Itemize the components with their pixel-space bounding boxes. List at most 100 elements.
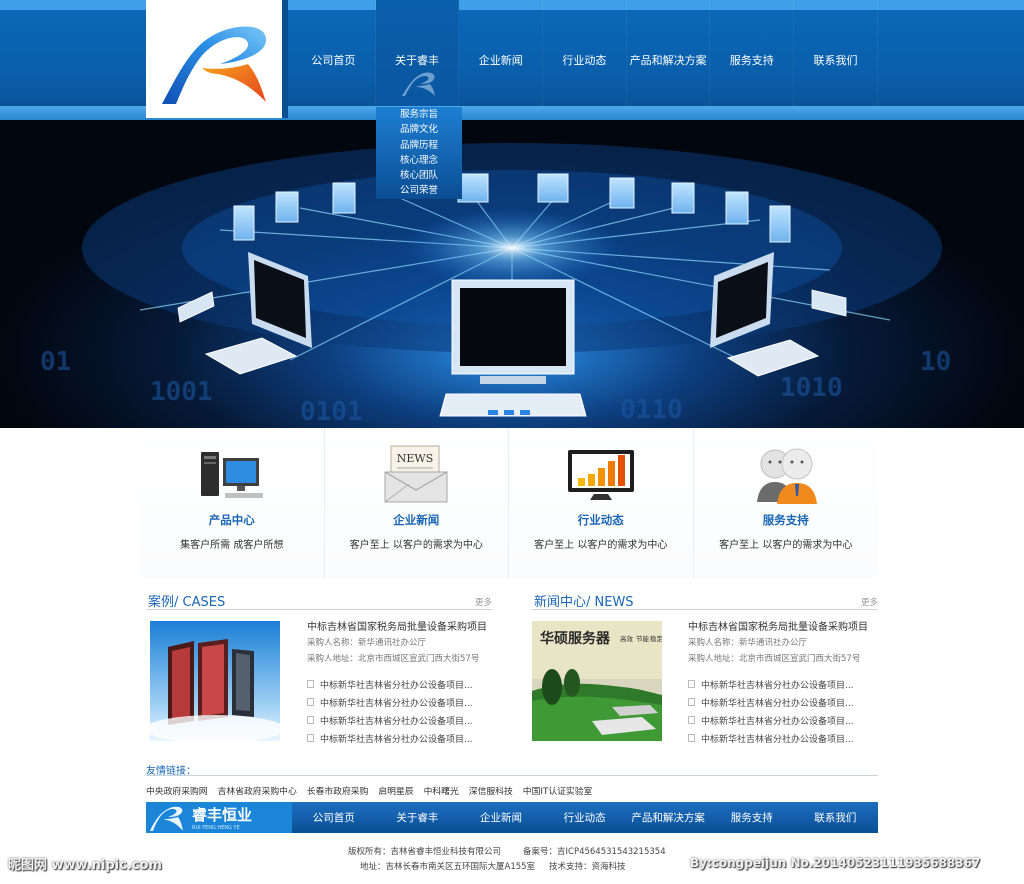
news-headline[interactable]: 中标吉林省国家税务局批量设备采购项目 xyxy=(688,618,868,633)
company-address: 地址：吉林长春市南关区五环国际大厦A155室 xyxy=(360,862,536,872)
feature-title: 企业新闻 xyxy=(393,513,440,527)
list-item[interactable]: 中标新华社吉林省分社办公设备项目... xyxy=(307,675,473,693)
feature-blocks: 产品中心 集客户所需 成客户所想 NEWS 企业新闻 客户至上 以客户的需求为中… xyxy=(140,428,878,578)
footer-nav-contact[interactable]: 联系我们 xyxy=(794,802,878,833)
svg-text:NEWS: NEWS xyxy=(397,452,434,465)
nav-item-products[interactable]: 产品和解决方案 xyxy=(627,0,711,106)
nav-r-logo-icon xyxy=(402,72,435,96)
links-header: 友情链接： xyxy=(146,762,878,777)
doc-icon xyxy=(307,698,314,706)
link-item[interactable]: 中央政府采购网 xyxy=(146,784,208,797)
hero-banner: 1001 0101 0110 1010 01 10 xyxy=(0,120,1024,428)
case-list: 中标新华社吉林省分社办公设备项目... 中标新华社吉林省分社办公设备项目... … xyxy=(307,675,473,747)
chart-monitor-icon xyxy=(567,450,634,500)
link-item[interactable]: 吉林省政府采购中心 xyxy=(218,784,297,797)
svg-text:华硕服务器: 华硕服务器 xyxy=(540,630,611,647)
footer-nav-support[interactable]: 服务支持 xyxy=(710,802,794,833)
svg-text:RUI FENG HENG YE: RUI FENG HENG YE xyxy=(192,825,240,831)
computer-icon xyxy=(200,452,263,498)
feature-subtitle: 客户至上 以客户的需求为中心 xyxy=(719,540,853,551)
asus-server-billboard-image: 华硕服务器 高效 节能 稳定 xyxy=(532,621,662,741)
svg-text:01: 01 xyxy=(40,347,71,377)
feature-company-news[interactable]: NEWS 企业新闻 客户至上 以客户的需求为中心 xyxy=(324,428,509,578)
watermark-right: By:congpeijun No.20140523111935688367 xyxy=(690,856,981,870)
feature-service-support[interactable]: 服务支持 客户至上 以客户的需求为中心 xyxy=(693,428,878,578)
feature-product-center[interactable]: 产品中心 集客户所需 成客户所想 xyxy=(140,428,325,578)
list-item[interactable]: 中标新华社吉林省分社办公设备项目... xyxy=(688,675,854,693)
doc-icon xyxy=(688,698,695,706)
doc-icon xyxy=(688,680,695,688)
section-title: 案例/ CASES xyxy=(148,595,226,610)
footer-nav-news[interactable]: 企业新闻 xyxy=(459,802,543,833)
svg-text:节能: 节能 xyxy=(636,634,650,643)
about-submenu: 服务宗旨 品牌文化 品牌历程 核心理念 核心团队 公司荣誉 xyxy=(376,107,462,199)
link-item[interactable]: 中国IT认证实验室 xyxy=(523,784,593,797)
footer-nav-products[interactable]: 产品和解决方案 xyxy=(626,802,710,833)
link-item[interactable]: 深信服科技 xyxy=(469,784,513,797)
submenu-item-honors[interactable]: 公司荣誉 xyxy=(376,183,462,198)
footer-nav-about[interactable]: 关于睿丰 xyxy=(376,802,460,833)
nav-item-home[interactable]: 公司首页 xyxy=(292,0,376,106)
svg-text:0101: 0101 xyxy=(300,397,363,427)
link-item[interactable]: 中科曙光 xyxy=(424,784,459,797)
server-rack-image xyxy=(150,621,280,741)
section-title: 新闻中心/ NEWS xyxy=(534,595,634,610)
link-item[interactable]: 启明星辰 xyxy=(378,784,413,797)
network-computers-illustration: 10010101 0110 101001 10 xyxy=(40,143,951,427)
r-logo-icon xyxy=(162,26,267,104)
case-headline[interactable]: 中标吉林省国家税务局批量设备采购项目 xyxy=(307,618,487,633)
submenu-item-brand-history[interactable]: 品牌历程 xyxy=(376,138,462,153)
tech-support: 技术支持：资海科技 xyxy=(549,862,626,872)
copyright-owner: 版权所有：吉林省睿丰恒业科技有限公司 xyxy=(348,847,502,857)
doc-icon xyxy=(307,680,314,688)
submenu-item-core-team[interactable]: 核心团队 xyxy=(376,168,462,183)
news-image[interactable]: 华硕服务器 高效 节能 稳定 xyxy=(532,621,662,741)
logo[interactable] xyxy=(146,0,282,118)
footer-logo[interactable]: 睿丰恒业 RUI FENG HENG YE xyxy=(146,802,292,833)
submenu-item-core-concept[interactable]: 核心理念 xyxy=(376,153,462,168)
submenu-item-service-purpose[interactable]: 服务宗旨 xyxy=(376,107,462,122)
news-list: 中标新华社吉林省分社办公设备项目... 中标新华社吉林省分社办公设备项目... … xyxy=(688,675,854,747)
feature-industry-news[interactable]: 行业动态 客户至上 以客户的需求为中心 xyxy=(509,428,694,578)
link-item[interactable]: 长春市政府采购 xyxy=(307,784,369,797)
svg-text:1001: 1001 xyxy=(150,377,213,407)
nav-item-contact[interactable]: 联系我们 xyxy=(794,0,878,106)
main-nav: 公司首页 关于睿丰 企业新闻 行业动态 产品和解决方案 服务支持 联系我们 xyxy=(292,0,878,106)
news-envelope-icon: NEWS xyxy=(384,445,448,503)
svg-text:睿丰恒业: 睿丰恒业 xyxy=(192,806,252,824)
section-header: 案例/ CASES 更多 xyxy=(146,590,492,610)
list-item[interactable]: 中标新华社吉林省分社办公设备项目... xyxy=(688,693,854,711)
list-item[interactable]: 中标新华社吉林省分社办公设备项目... xyxy=(307,711,473,729)
section-header: 新闻中心/ NEWS 更多 xyxy=(532,590,878,610)
nav-item-support[interactable]: 服务支持 xyxy=(710,0,795,106)
watermark-left: 昵图网 www.nipic.com xyxy=(8,858,162,873)
list-item[interactable]: 中标新华社吉林省分社办公设备项目... xyxy=(307,693,473,711)
feature-title: 产品中心 xyxy=(208,513,255,527)
list-item[interactable]: 中标新华社吉林省分社办公设备项目... xyxy=(307,729,473,747)
submenu-item-brand-culture[interactable]: 品牌文化 xyxy=(376,122,462,137)
friendly-links: 中央政府采购网 吉林省政府采购中心 长春市政府采购 启明星辰 中科曙光 深信服科… xyxy=(146,784,602,797)
more-link[interactable]: 更多 xyxy=(861,596,878,608)
feature-title: 行业动态 xyxy=(577,513,624,527)
footer-nav-home[interactable]: 公司首页 xyxy=(292,802,376,833)
doc-icon xyxy=(307,716,314,724)
case-address: 采购人地址：北京市西城区宣武门西大街57号 xyxy=(307,654,480,664)
footer-r-logo-icon: 睿丰恒业 RUI FENG HENG YE xyxy=(150,806,252,831)
feature-subtitle: 集客户所需 成客户所想 xyxy=(180,540,284,551)
doc-icon xyxy=(688,734,695,742)
nav-item-industry[interactable]: 行业动态 xyxy=(543,0,627,106)
support-people-icon xyxy=(756,448,817,504)
list-item[interactable]: 中标新华社吉林省分社办公设备项目... xyxy=(688,729,854,747)
doc-icon xyxy=(307,734,314,742)
feature-subtitle: 客户至上 以客户的需求为中心 xyxy=(534,540,668,551)
footer-nav-industry[interactable]: 行业动态 xyxy=(543,802,627,833)
feature-title: 服务支持 xyxy=(762,513,809,527)
links-title: 友情链接： xyxy=(146,766,196,777)
list-item[interactable]: 中标新华社吉林省分社办公设备项目... xyxy=(688,711,854,729)
more-link[interactable]: 更多 xyxy=(475,596,492,608)
case-image[interactable] xyxy=(150,621,280,741)
svg-text:0110: 0110 xyxy=(620,395,683,425)
nav-item-news[interactable]: 企业新闻 xyxy=(459,0,544,106)
case-buyer: 采购人名称：新华通讯社办公厅 xyxy=(307,638,427,648)
news-address: 采购人地址：北京市西城区宣武门西大街57号 xyxy=(688,654,861,664)
